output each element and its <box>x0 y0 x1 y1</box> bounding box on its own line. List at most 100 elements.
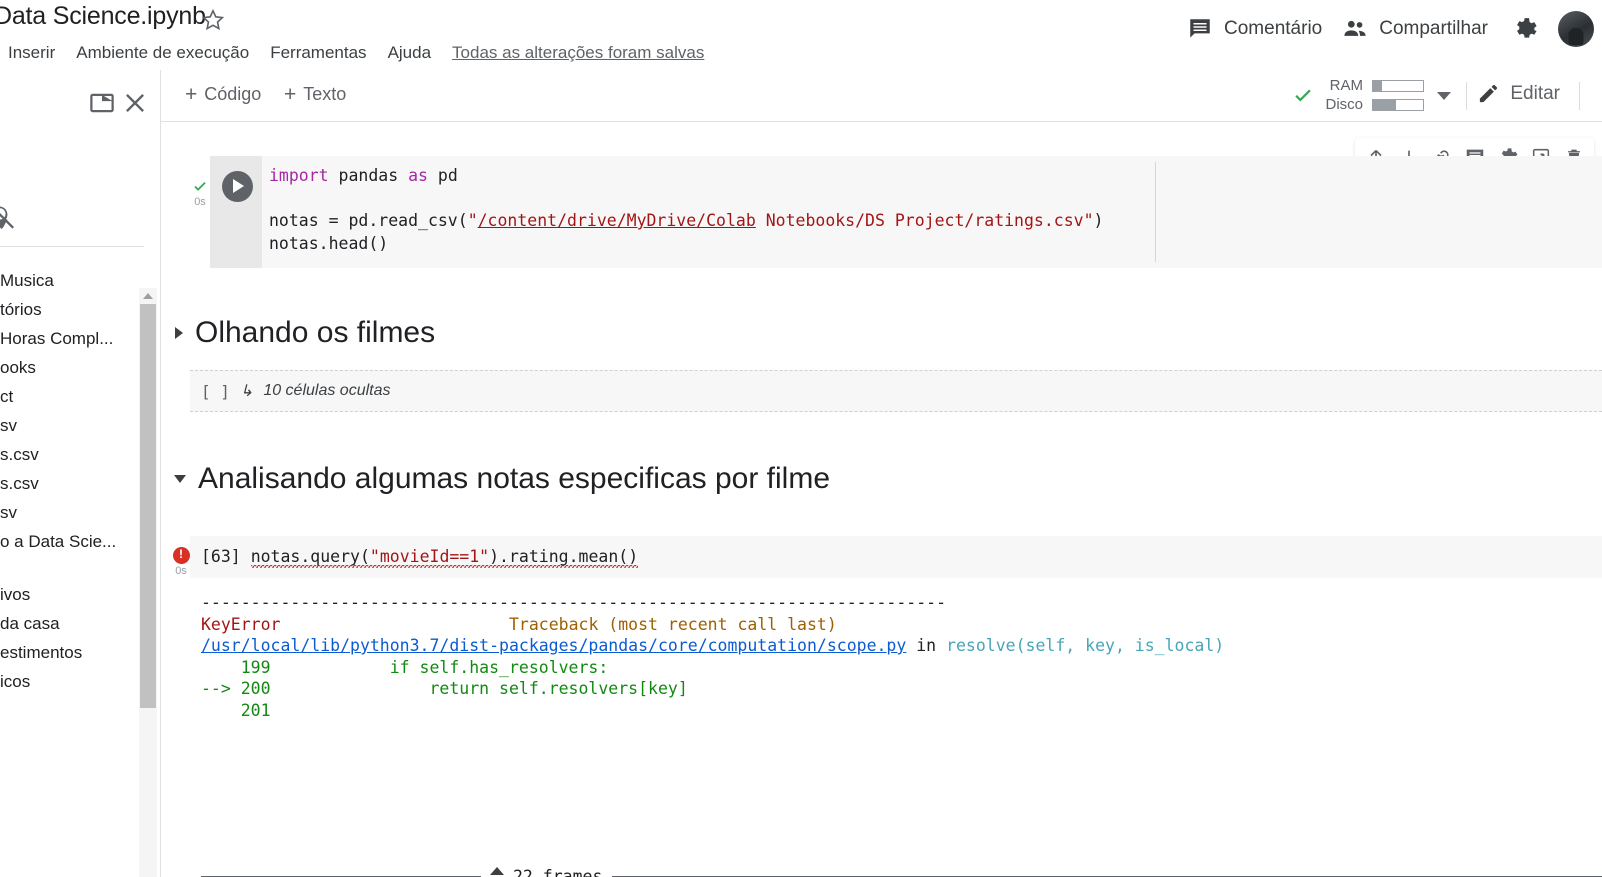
plus-icon: + <box>185 82 198 106</box>
gear-icon <box>1512 16 1538 42</box>
sidebar-scrollbar[interactable] <box>139 288 157 877</box>
code-quote-close: " <box>1083 211 1094 230</box>
sidebar-item-9[interactable]: o a Data Scie... <box>0 527 140 556</box>
comment-button[interactable]: Comentário <box>1177 10 1332 48</box>
hidden-cells-brackets: [ ] <box>201 381 230 401</box>
section-heading-analisando-notas[interactable]: Analisando algumas notas especificas por… <box>174 462 830 496</box>
frames-line-right <box>612 875 1602 877</box>
code-cell-1-source[interactable]: import pandas as pd notas = pd.read_csv(… <box>262 156 1602 268</box>
close-icon[interactable] <box>120 88 150 118</box>
section-heading-olhando-os-filmes[interactable]: Olhando os filmes <box>175 316 435 350</box>
traceback-line-199-code: if self.has_resolvers: <box>270 657 609 677</box>
hidden-cells-label: 10 células ocultas <box>263 382 391 399</box>
avatar[interactable] <box>1558 11 1594 47</box>
saved-status[interactable]: Todas as alterações foram salvas <box>452 42 704 64</box>
sidebar-list-gap <box>0 556 140 580</box>
resource-meters: RAM Disco <box>1323 77 1424 113</box>
code-quote-open: " <box>467 211 478 230</box>
app-header: Data Science.ipynb Inserir Ambiente de ex… <box>0 0 1602 70</box>
traceback-line-200-code: return self.resolvers[key] <box>270 679 688 698</box>
sidebar-item-7[interactable]: s.csv <box>0 469 140 498</box>
run-button-column <box>210 156 262 268</box>
code-cell-2-source[interactable]: [63] notas.query("movieId==1").rating.me… <box>190 536 1602 578</box>
settings-button[interactable] <box>1498 10 1552 48</box>
cell-2-query-expression: notas.query("movieId==1").rating.mean() <box>250 547 639 568</box>
cell-2-exec-count: [63] <box>201 547 241 566</box>
toolbar-divider-right <box>1579 82 1580 110</box>
add-code-label: Código <box>204 84 262 104</box>
check-icon <box>1292 84 1314 106</box>
ram-meter-fill <box>1373 80 1382 91</box>
error-badge-icon[interactable] <box>172 546 190 564</box>
code-text-pandas: pandas <box>328 166 409 185</box>
header-actions: Comentário Compartilhar <box>1177 10 1594 48</box>
scroll-up-arrow-icon[interactable] <box>143 293 153 299</box>
run-cell-button[interactable] <box>222 171 253 202</box>
add-code-cell-button[interactable]: + Código <box>179 81 267 108</box>
sidebar-item-11[interactable]: da casa <box>0 609 140 638</box>
menu-bar: Inserir Ambiente de execução Ferramentas Aj… <box>0 42 704 68</box>
code-text-head: notas.head() <box>269 233 389 253</box>
ram-row: RAM <box>1323 77 1424 94</box>
code-ruler-line <box>1155 162 1156 262</box>
edit-button[interactable]: Editar <box>1477 82 1560 105</box>
code-cell-1-body: import pandas as pd notas = pd.read_csv(… <box>210 156 1602 268</box>
code-cell-1[interactable]: 0s import pandas as pd notas = pd.read_c… <box>185 156 1602 268</box>
frames-line-left <box>201 875 481 877</box>
traceback-func-signature: resolve(self, key, is_local) <box>946 636 1225 655</box>
sidebar-item-10[interactable]: ivos <box>0 580 140 609</box>
hidden-cells-strip[interactable]: [ ] ↳ 10 células ocultas <box>190 370 1602 412</box>
scrollbar-thumb[interactable] <box>140 304 156 708</box>
section-1-title: Olhando os filmes <box>195 316 436 349</box>
sidebar-item-5[interactable]: sv <box>0 411 140 440</box>
traceback-line-201-num: 201 <box>201 700 271 720</box>
hidden-cells-hook-icon: ↳ <box>239 383 254 400</box>
disco-meter <box>1372 98 1424 111</box>
add-text-cell-button[interactable]: + Texto <box>278 81 352 108</box>
ram-meter <box>1372 79 1424 92</box>
resource-usage-indicator[interactable]: RAM Disco <box>1292 77 1424 113</box>
traceback-line-200-num: --> 200 <box>201 679 271 698</box>
triangle-down-icon[interactable] <box>174 475 186 483</box>
menu-item-ajuda[interactable]: Ajuda <box>388 42 431 64</box>
sidebar-item-6[interactable]: s.csv <box>0 440 140 469</box>
sidebar-file-list: Musica tórios Horas Compl... ooks ct sv … <box>0 266 140 696</box>
star-outline-icon[interactable] <box>200 7 226 33</box>
sidebar-item-3[interactable]: ooks <box>0 353 140 382</box>
pencil-icon <box>1477 82 1500 105</box>
expand-collapse-icon[interactable] <box>490 866 504 877</box>
sidebar-item-12[interactable]: estimentos <box>0 638 140 667</box>
check-icon <box>192 178 208 194</box>
share-button[interactable]: Compartilhar <box>1332 10 1498 48</box>
code-url-path: /content/drive/MyDrive/Colab <box>477 211 756 230</box>
menu-item-inserir[interactable]: Inserir <box>8 42 55 64</box>
chevron-down-icon[interactable] <box>1437 92 1451 100</box>
search-off-icon <box>0 202 18 232</box>
restore-window-icon[interactable] <box>87 88 117 118</box>
ram-label: RAM <box>1329 77 1363 94</box>
disco-row: Disco <box>1323 96 1424 113</box>
notebook-body: 0s import pandas as pd notas = pd.read_c… <box>161 122 1602 877</box>
sidebar-item-13[interactable]: icos <box>0 667 140 696</box>
add-text-label: Texto <box>303 84 347 104</box>
sidebar-item-1[interactable]: tórios <box>0 295 140 324</box>
menu-item-ambiente-de-execucao[interactable]: Ambiente de execução <box>76 42 249 64</box>
code-path-rest: Notebooks/DS Project/ratings.csv <box>755 211 1084 230</box>
frames-count-label: 22 frames <box>513 866 603 877</box>
triangle-right-icon[interactable] <box>175 327 183 339</box>
traceback-line-199-num: 199 <box>201 657 271 677</box>
sidebar-item-2[interactable]: Horas Compl... <box>0 324 140 353</box>
traceback-in-word: in <box>906 636 947 655</box>
sidebar-item-4[interactable]: ct <box>0 382 140 411</box>
sidebar-item-8[interactable]: sv <box>0 498 140 527</box>
code-kw-import: import <box>269 166 329 185</box>
left-sidebar: Musica tórios Horas Compl... ooks ct sv … <box>0 70 161 877</box>
people-icon <box>1342 16 1368 42</box>
sidebar-item-0[interactable]: Musica <box>0 266 140 295</box>
traceback-file-path[interactable]: /usr/local/lib/python3.7/dist-packages/p… <box>201 636 906 655</box>
traceback-dashes: ----------------------------------------… <box>201 593 947 612</box>
frames-collapse-row[interactable]: 22 frames <box>201 862 1602 877</box>
traceback-error-name: KeyError <box>201 614 281 634</box>
document-title[interactable]: Data Science.ipynb <box>0 2 206 31</box>
menu-item-ferramentas[interactable]: Ferramentas <box>270 42 366 64</box>
